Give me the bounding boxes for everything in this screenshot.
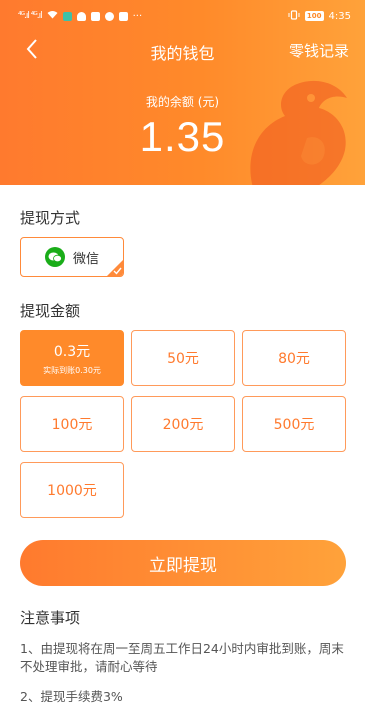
amount-label: 100元 bbox=[51, 417, 93, 433]
amount-option-0-3[interactable]: 0.3元 实际到账0.30元 bbox=[20, 330, 124, 386]
status-icons-right: 100 4:35 bbox=[288, 9, 351, 23]
nav-bar: 我的钱包 零钱记录 bbox=[0, 32, 365, 68]
amount-label: 500元 bbox=[273, 417, 315, 433]
notes-title: 注意事项 bbox=[20, 609, 81, 627]
amount-option-50[interactable]: 50元 bbox=[131, 330, 235, 386]
amount-label: 50元 bbox=[167, 351, 199, 367]
balance-amount: 1.35 bbox=[139, 113, 226, 160]
amount-label: 1000元 bbox=[47, 483, 97, 499]
amount-label: 80元 bbox=[278, 351, 310, 367]
balance-label: 我的余额 (元) bbox=[145, 95, 220, 109]
more-notifications-icon: ··· bbox=[132, 10, 143, 22]
cloud-icon bbox=[104, 11, 114, 21]
note-item: 2、提现手续费3% bbox=[20, 689, 123, 704]
wechat-icon bbox=[44, 247, 65, 267]
signal-icon: ⁴ᴳ.ıl ⁴ᴳ.ıl bbox=[18, 11, 43, 21]
wechat-label: 微信 bbox=[72, 251, 99, 267]
amount-option-500[interactable]: 500元 bbox=[242, 396, 346, 452]
amount-option-200[interactable]: 200元 bbox=[131, 396, 235, 452]
vibrate-icon bbox=[288, 9, 300, 23]
selected-check-icon bbox=[107, 260, 123, 276]
change-records-link[interactable]: 零钱记录 bbox=[289, 40, 349, 61]
status-icons-left: ⁴ᴳ.ıl ⁴ᴳ.ıl ··· bbox=[18, 10, 142, 22]
amount-option-100[interactable]: 100元 bbox=[20, 396, 124, 452]
battery-icon: 100 bbox=[304, 11, 324, 21]
clock-time: 4:35 bbox=[328, 10, 351, 22]
wifi-icon bbox=[47, 10, 58, 22]
withdraw-now-button[interactable]: 立即提现 bbox=[20, 540, 346, 586]
image-icon bbox=[118, 11, 128, 21]
amount-option-1000[interactable]: 1000元 bbox=[20, 462, 124, 518]
message-icon bbox=[90, 11, 100, 21]
status-bar: ⁴ᴳ.ıl ⁴ᴳ.ıl ··· 100 4:35 bbox=[0, 0, 365, 32]
note-item: 1、由提现将在周一至周五工作日24小时内审批到账，周末不处理审批，请耐心等待 bbox=[20, 641, 344, 674]
app-notification-icon bbox=[62, 11, 72, 21]
wallet-header: ⁴ᴳ.ıl ⁴ᴳ.ıl ··· 100 4:35 我的钱包 零钱记录 我的余额 … bbox=[0, 0, 365, 185]
wechat-option[interactable]: 微信 bbox=[20, 237, 124, 277]
amount-option-80[interactable]: 80元 bbox=[242, 330, 346, 386]
withdraw-method-title: 提现方式 bbox=[20, 209, 81, 227]
withdraw-amount-title: 提现金额 bbox=[20, 302, 81, 320]
bell-icon bbox=[76, 11, 86, 21]
back-arrow-icon[interactable] bbox=[18, 34, 46, 64]
actual-amount-note: 实际到账0.30元 bbox=[43, 365, 101, 375]
amount-label: 0.3元 bbox=[53, 343, 91, 360]
amount-label: 200元 bbox=[162, 417, 204, 433]
